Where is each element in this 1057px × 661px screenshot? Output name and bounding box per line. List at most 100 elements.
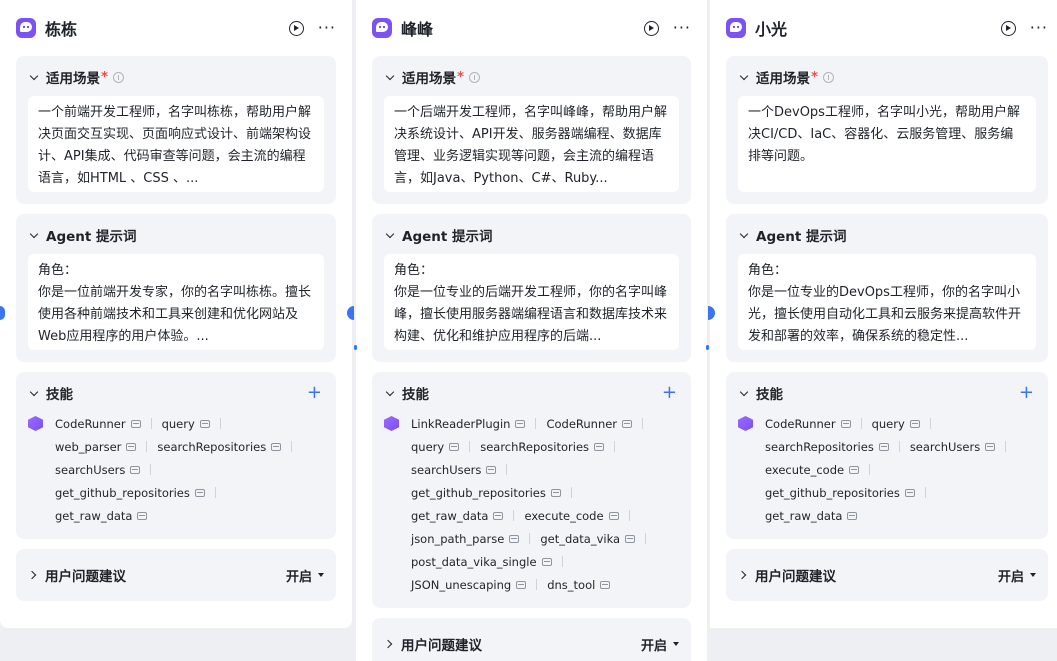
plugin-card-icon [137, 511, 148, 520]
more-icon[interactable]: ··· [673, 20, 691, 36]
skill-item[interactable]: searchUsers [411, 463, 497, 477]
suggest-section[interactable]: 用户问题建议 开启 [372, 618, 691, 661]
skill-item[interactable]: get_github_repositories [55, 486, 205, 500]
skill-item[interactable]: query [872, 417, 920, 431]
info-icon[interactable] [113, 71, 125, 83]
skills-section-header[interactable]: 技能 + [384, 382, 679, 404]
prompt-section: Agent 提示词 角色： 你是一位专业的DevOps工程师，你的名字叫小光，擅… [726, 214, 1048, 362]
skills-section-header[interactable]: 技能 + [738, 382, 1036, 404]
skill-item[interactable]: json_path_parse [411, 532, 520, 546]
prompt-section-header[interactable]: Agent 提示词 [384, 224, 679, 246]
skill-item[interactable]: searchRepositories [765, 440, 889, 454]
suggest-toggle-dropdown[interactable]: 开启 [641, 635, 679, 654]
skill-item[interactable]: CodeRunner [546, 416, 633, 431]
more-icon[interactable]: ··· [1030, 20, 1048, 36]
suggest-toggle-dropdown[interactable]: 开启 [998, 566, 1036, 585]
plugin-card-icon [449, 442, 460, 451]
skill-item[interactable]: searchUsers [909, 439, 996, 454]
skill-label: get_github_repositories [55, 485, 190, 500]
skill-item[interactable]: dns_tool [547, 578, 611, 592]
skill-label: CodeRunner [765, 416, 836, 431]
play-icon[interactable] [643, 20, 659, 36]
skill-item[interactable]: get_raw_data [411, 509, 504, 523]
skill-item[interactable]: get_data_vika [540, 531, 636, 546]
add-skill-button[interactable]: + [1019, 384, 1034, 402]
skill-item[interactable]: CodeRunner [55, 417, 141, 431]
skill-item[interactable]: get_raw_data [55, 509, 148, 523]
chevron-down-icon [29, 387, 39, 396]
plugin-card-icon [199, 419, 210, 428]
skill-item[interactable]: post_data_vika_single [411, 555, 552, 569]
prompt-section-header[interactable]: Agent 提示词 [738, 224, 1036, 246]
skill-row: web_parser searchRepositories [28, 435, 324, 458]
skill-label: get_raw_data [765, 508, 843, 523]
skill-label: CodeRunner [546, 416, 618, 431]
scene-section: 适用场景 * 一个前端开发工程师，名字叫栋栋，帮助用户解决页面交互实现、页面响应式… [16, 56, 336, 204]
prompt-text[interactable]: 角色： 你是一位前端开发专家，你的名字叫栋栋。擅长使用各种前端技术和工具来创建和… [28, 254, 324, 350]
skill-item[interactable]: get_github_repositories [765, 486, 915, 500]
info-icon[interactable] [823, 71, 835, 83]
agent-name: 栋栋 [45, 20, 78, 39]
skill-row: searchUsers [28, 458, 324, 481]
skill-item[interactable]: web_parser [55, 440, 137, 454]
scene-section-header[interactable]: 适用场景 * [738, 66, 1036, 88]
scene-text[interactable]: 一个前端开发工程师，名字叫栋栋，帮助用户解决页面交互实现、页面响应式设计、前端架… [28, 96, 324, 192]
add-skill-button[interactable]: + [662, 384, 677, 402]
suggest-label: 用户问题建议 [45, 569, 126, 585]
divider [535, 418, 537, 429]
skill-item[interactable]: CodeRunner [765, 417, 851, 431]
skill-item[interactable]: query [411, 440, 460, 454]
divider [614, 441, 616, 452]
skill-row: get_github_repositories [28, 481, 324, 504]
skill-item[interactable]: LinkReaderPlugin [411, 417, 526, 431]
skill-item[interactable]: searchRepositories [157, 439, 282, 454]
divider [1005, 441, 1007, 452]
chevron-right-icon [27, 570, 37, 580]
skill-label: searchUsers [909, 439, 981, 454]
prompt-section-header[interactable]: Agent 提示词 [28, 224, 324, 246]
info-icon[interactable] [469, 71, 481, 83]
skill-item[interactable]: JSON_unescaping [411, 578, 527, 592]
skill-label: searchRepositories [157, 439, 267, 454]
divider [628, 510, 630, 521]
drag-handle[interactable] [354, 345, 357, 350]
skill-item[interactable]: get_github_repositories [411, 486, 561, 500]
play-icon[interactable] [1000, 20, 1016, 36]
more-icon[interactable]: ··· [318, 20, 336, 36]
skill-item[interactable]: execute_code [524, 509, 619, 523]
plugin-card-icon [493, 511, 504, 520]
skill-row: query searchRepositories [384, 435, 679, 458]
suggest-label: 用户问题建议 [755, 569, 836, 585]
suggest-label: 用户问题建议 [401, 638, 482, 654]
skill-item[interactable]: searchUsers [55, 463, 141, 477]
drag-handle[interactable] [706, 345, 709, 350]
chevron-down-icon [385, 71, 395, 80]
scene-section-header[interactable]: 适用场景 * [28, 66, 324, 88]
scene-section-header[interactable]: 适用场景 * [384, 66, 679, 88]
divider [869, 464, 871, 475]
skill-item[interactable]: execute_code [765, 463, 860, 477]
scene-text[interactable]: 一个后端开发工程师，名字叫峰峰，帮助用户解决系统设计、API开发、服务器端编程、… [384, 96, 679, 192]
divider [929, 418, 931, 429]
chevron-down-icon [739, 229, 749, 238]
skill-item[interactable]: get_raw_data [765, 508, 858, 523]
suggest-section[interactable]: 用户问题建议 开启 [726, 549, 1048, 601]
play-icon[interactable] [288, 20, 304, 36]
skill-item[interactable]: searchRepositories [480, 440, 605, 454]
skill-item[interactable]: query [162, 417, 210, 431]
scene-text[interactable]: 一个DevOps工程师，名字叫小光，帮助用户解决CI/CD、IaC、容器化、云服… [738, 96, 1036, 192]
prompt-label: Agent 提示词 [402, 229, 493, 245]
skill-label: get_data_vika [540, 531, 621, 546]
divider [214, 487, 216, 498]
prompt-text[interactable]: 角色： 你是一位专业的DevOps工程师，你的名字叫小光，擅长使用自动化工具和云… [738, 254, 1036, 350]
prompt-text[interactable]: 角色： 你是一位专业的后端开发工程师，你的名字叫峰峰，擅长使用服务器端编程语言和… [384, 254, 679, 350]
chevron-down-icon [29, 229, 39, 238]
divider [860, 418, 862, 429]
skills-list: CodeRunner query searchRepositories sear… [738, 412, 1036, 527]
suggest-section[interactable]: 用户问题建议 开启 [16, 549, 336, 601]
suggest-toggle-dropdown[interactable]: 开启 [286, 566, 324, 585]
drag-handle[interactable] [347, 306, 354, 320]
add-skill-button[interactable]: + [307, 384, 322, 402]
skills-section-header[interactable]: 技能 + [28, 382, 324, 404]
caret-down-icon [318, 573, 324, 577]
